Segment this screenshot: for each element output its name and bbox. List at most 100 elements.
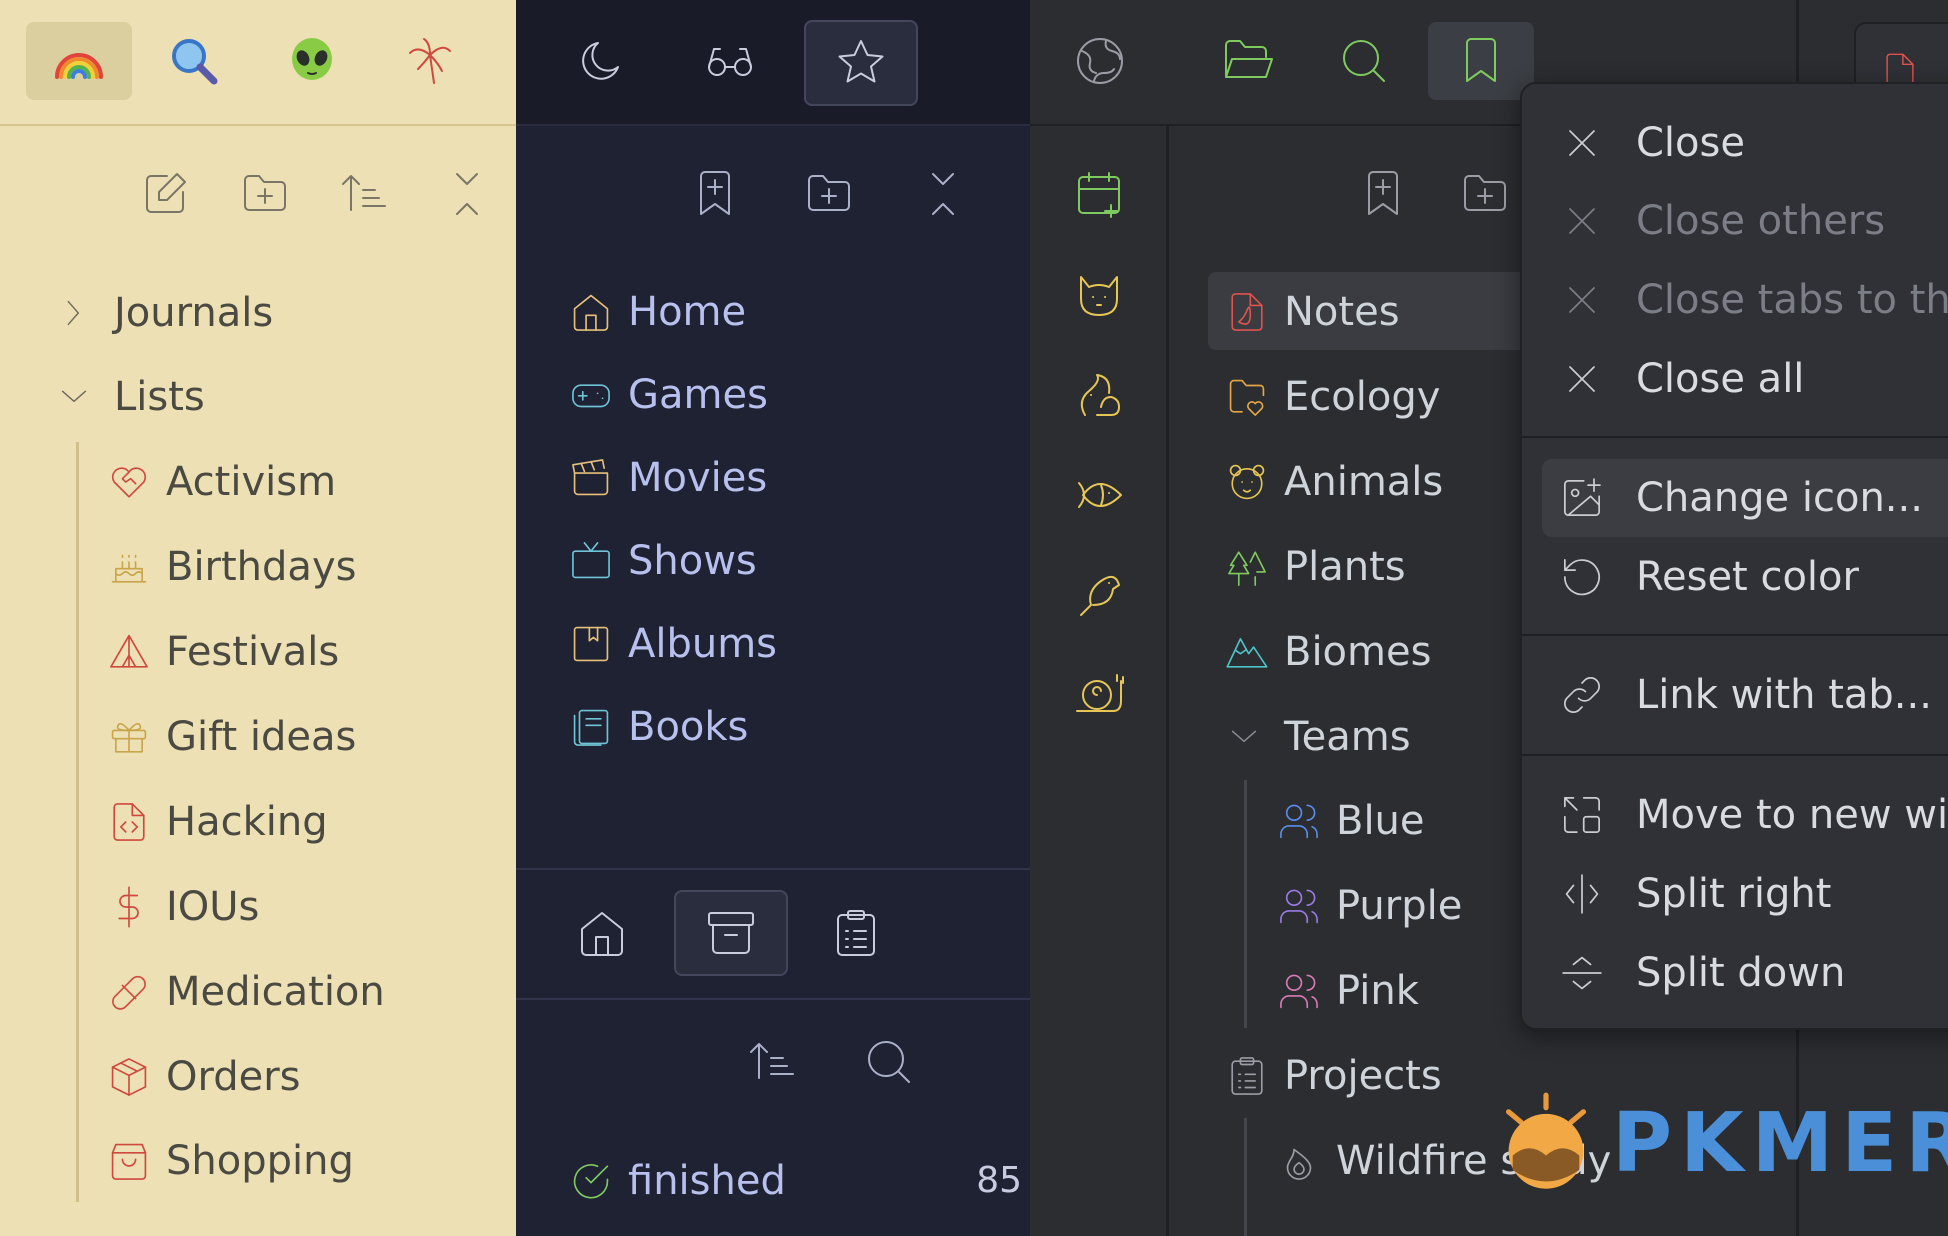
tab-star[interactable] xyxy=(804,20,918,106)
collapse-button[interactable] xyxy=(908,162,978,226)
sort-button[interactable] xyxy=(330,162,400,226)
tab-search[interactable] xyxy=(1314,22,1414,100)
tree-item-hacking[interactable]: Hacking xyxy=(106,785,328,859)
tab-glasses[interactable] xyxy=(680,22,780,100)
rail-snail[interactable] xyxy=(1064,660,1134,730)
squirrel-icon xyxy=(1080,374,1120,416)
close-icon xyxy=(1569,366,1595,392)
split-vertical-icon xyxy=(1562,956,1602,990)
tree-item-orders[interactable]: Orders xyxy=(106,1040,301,1114)
chevron-down-icon xyxy=(1231,730,1257,742)
bear-icon xyxy=(1229,464,1265,500)
tree-item-ecology[interactable]: Ecology xyxy=(1224,360,1440,434)
menu-item-label: Close others xyxy=(1636,198,1886,244)
menu-item-label: Close all xyxy=(1636,356,1805,402)
menu-item-split-down[interactable]: Split down xyxy=(1542,934,1948,1012)
rail-calendar-plus[interactable] xyxy=(1064,160,1134,230)
new-folder-button[interactable] xyxy=(230,162,300,226)
sort-icon xyxy=(342,175,386,211)
tab-palm-tree[interactable] xyxy=(384,22,476,100)
tree-item-label: IOUs xyxy=(166,884,260,930)
menu-item-label: Split right xyxy=(1636,871,1832,917)
tab-magnifier[interactable] xyxy=(148,22,240,100)
menu-item-close-others[interactable]: Close others xyxy=(1542,182,1948,260)
tree-item-blue[interactable]: Blue xyxy=(1276,784,1425,858)
bookmark-icon xyxy=(1466,38,1496,82)
cat-icon xyxy=(1080,276,1118,316)
sort-button[interactable] xyxy=(738,1030,808,1094)
tab-alien[interactable] xyxy=(266,22,358,100)
tab-moon[interactable] xyxy=(552,22,652,100)
tree-item-biomes[interactable]: Biomes xyxy=(1224,615,1431,689)
alien-icon xyxy=(292,38,332,80)
tab-clipboard[interactable] xyxy=(806,892,906,974)
tree-item-label: Orders xyxy=(166,1054,301,1100)
bottom-tab-bar xyxy=(516,868,1030,1000)
menu-item-split-right[interactable]: Split right xyxy=(1542,855,1948,933)
tree-item-pink[interactable]: Pink xyxy=(1276,954,1419,1028)
tree-item-notes[interactable]: Notes xyxy=(1224,275,1400,349)
bookmark-item-albums[interactable]: Albums xyxy=(568,607,777,681)
tree-item-projects[interactable]: Projects xyxy=(1224,1039,1442,1113)
bookmark-item-movies[interactable]: Movies xyxy=(568,441,767,515)
rail-cat[interactable] xyxy=(1064,260,1134,330)
tree-item-purple[interactable]: Purple xyxy=(1276,869,1462,943)
tab-archive[interactable] xyxy=(674,890,788,976)
tree-item-label: Teams xyxy=(1284,714,1411,760)
tree-item-teams[interactable]: Teams xyxy=(1224,700,1411,774)
menu-item-change-icon[interactable]: Change icon... xyxy=(1542,459,1948,537)
tree-item-label: Biomes xyxy=(1284,629,1432,675)
bookmark-item-home[interactable]: Home xyxy=(568,275,746,349)
home-icon xyxy=(581,912,623,956)
bookmark-item-label: Books xyxy=(628,704,749,750)
tree-item-ious[interactable]: IOUs xyxy=(106,870,259,944)
tree-item-gift-ideas[interactable]: Gift ideas xyxy=(106,700,356,774)
new-folder-button[interactable] xyxy=(794,162,864,226)
tree-item-animals[interactable]: Animals xyxy=(1224,445,1443,519)
collapse-button[interactable] xyxy=(432,162,502,226)
moon-icon xyxy=(582,42,619,80)
menu-item-close-all[interactable]: Close all xyxy=(1542,340,1948,418)
tree-item-birthdays[interactable]: Birthdays xyxy=(106,530,356,604)
search-button[interactable] xyxy=(854,1030,924,1094)
tree-item-medication[interactable]: Medication xyxy=(106,955,385,1029)
tag-item-label: finished xyxy=(628,1158,786,1204)
tree-item-label: Gift ideas xyxy=(166,714,357,760)
menu-item-close[interactable]: Close xyxy=(1542,104,1948,182)
tab-globe[interactable] xyxy=(1050,22,1150,100)
tree-item-plants[interactable]: Plants xyxy=(1224,530,1406,604)
bookmark-add-button[interactable] xyxy=(1348,162,1418,226)
tree-item-lists[interactable]: Lists xyxy=(54,360,205,434)
tab-home[interactable] xyxy=(552,892,652,974)
rail-squirrel[interactable] xyxy=(1064,360,1134,430)
tree-item-activism[interactable]: Activism xyxy=(106,445,336,519)
sort-icon xyxy=(750,1043,794,1079)
bookmark-add-icon xyxy=(700,171,730,215)
bookmark-item-books[interactable]: Books xyxy=(568,690,748,764)
magnifier-icon xyxy=(172,39,218,85)
tab-bookmarks[interactable] xyxy=(1428,22,1534,100)
rail-fish[interactable] xyxy=(1064,460,1134,530)
tree-item-festivals[interactable]: Festivals xyxy=(106,615,339,689)
menu-item-reset-color[interactable]: Reset color xyxy=(1542,538,1948,616)
rail-bird[interactable] xyxy=(1064,560,1134,630)
clapperboard-icon xyxy=(572,459,609,496)
bookmark-item-games[interactable]: Games xyxy=(568,358,768,432)
menu-item-label: Close xyxy=(1636,120,1745,166)
tab-folder[interactable] xyxy=(1198,22,1298,100)
tree-item-shopping[interactable]: Shopping xyxy=(106,1124,354,1198)
tab-rainbow[interactable] xyxy=(26,22,132,100)
bookmark-add-button[interactable] xyxy=(680,162,750,226)
new-note-button[interactable] xyxy=(130,162,200,226)
menu-item-move-to-new-window[interactable]: Move to new win xyxy=(1542,776,1948,854)
archive-icon xyxy=(708,912,754,954)
menu-item-close-tabs-to-the-right[interactable]: Close tabs to the xyxy=(1542,261,1948,339)
tag-item-finished[interactable]: finished xyxy=(568,1144,786,1218)
bookmark-item-shows[interactable]: Shows xyxy=(568,524,757,598)
menu-item-link-with-tab[interactable]: Link with tab... xyxy=(1542,656,1948,734)
mountain-icon xyxy=(1226,638,1268,668)
new-folder-button[interactable] xyxy=(1450,162,1520,226)
rotate-ccw-icon xyxy=(1563,559,1600,596)
tree-item-journals[interactable]: Journals xyxy=(54,276,273,350)
tree-item-label: Notes xyxy=(1284,289,1400,335)
